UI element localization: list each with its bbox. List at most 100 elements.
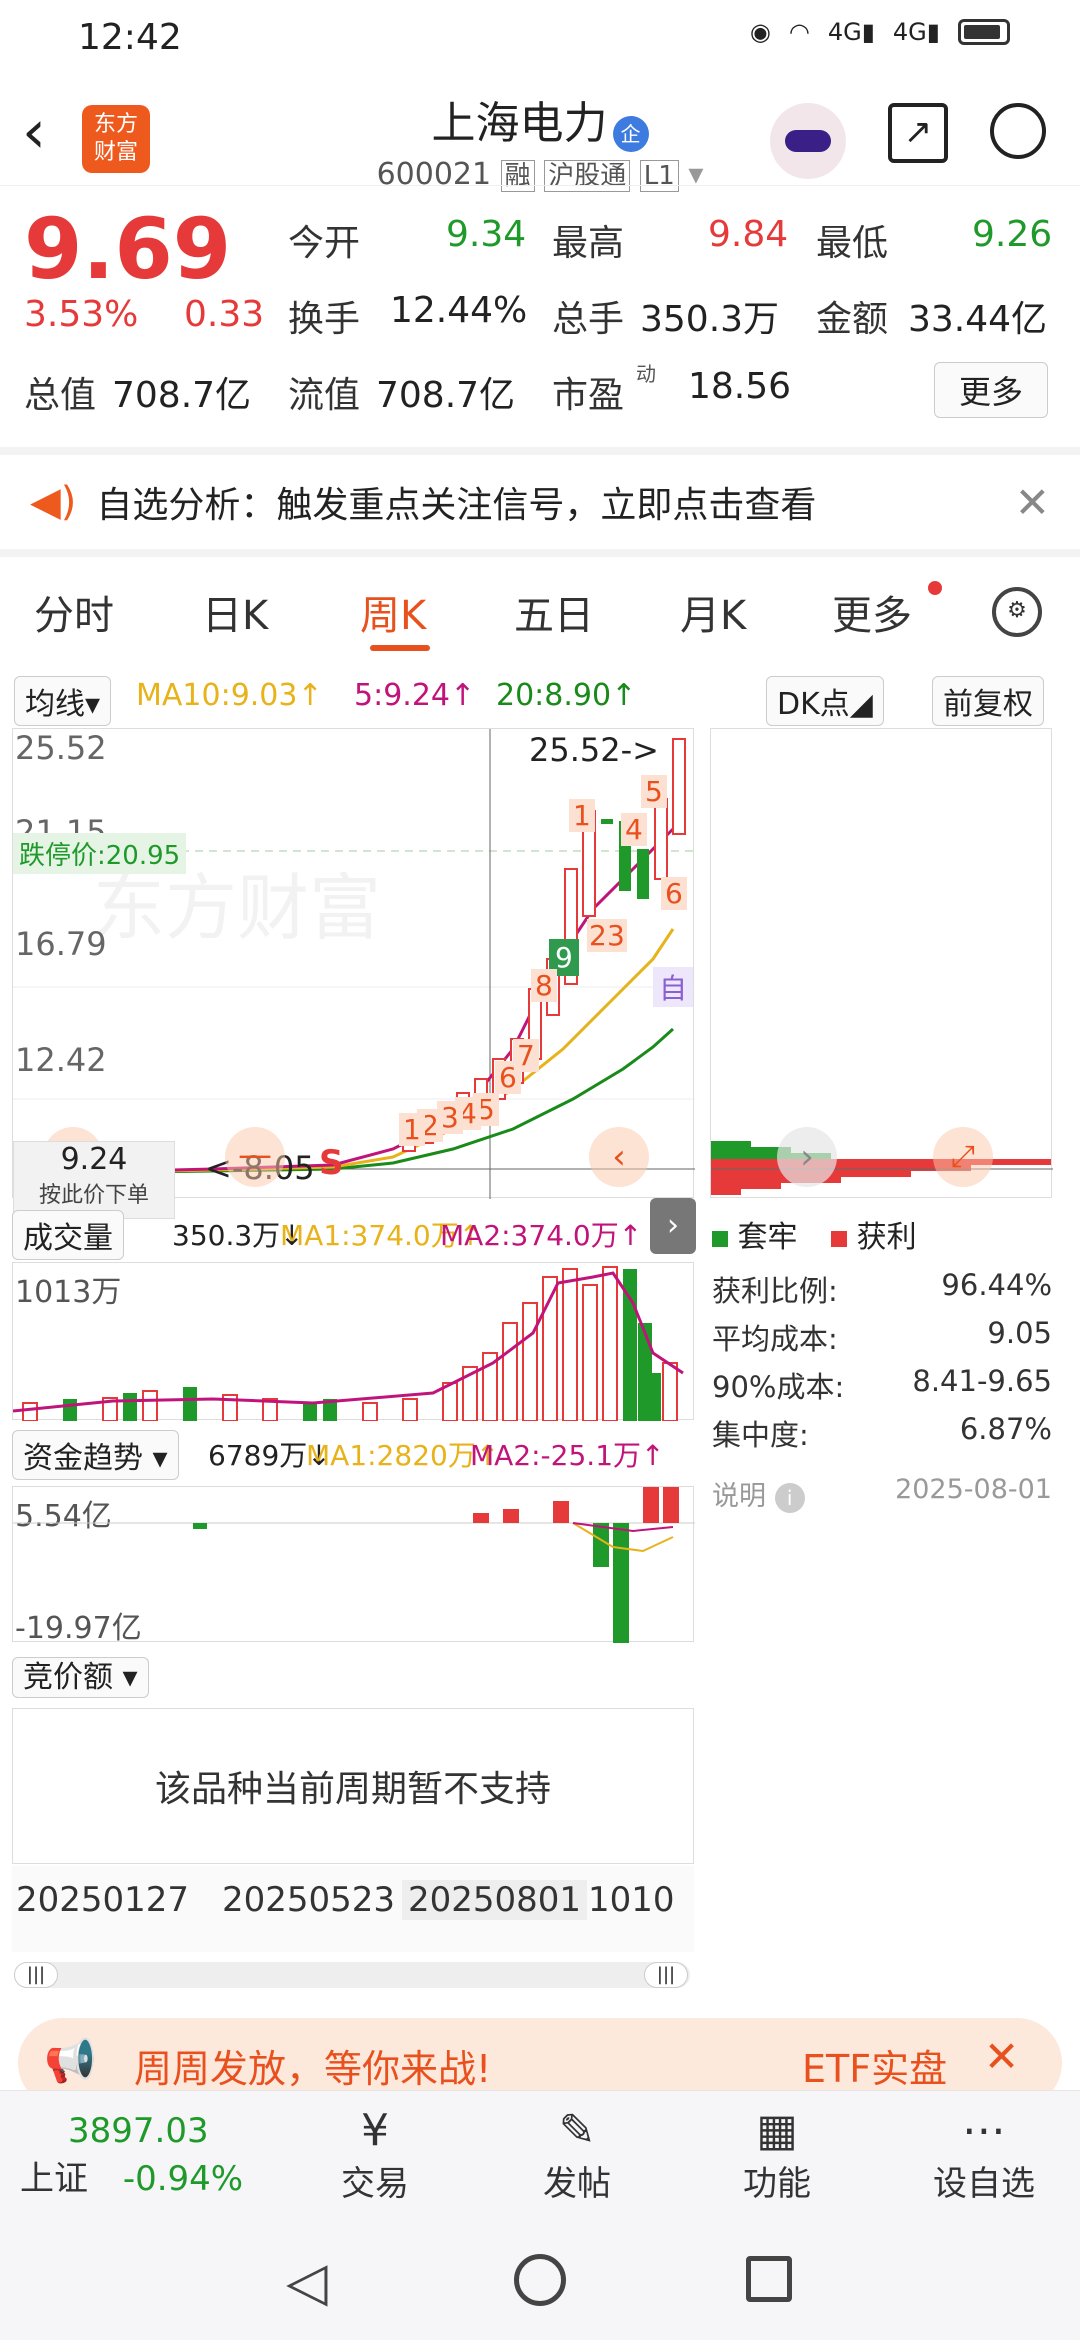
tab-weekly-k[interactable]: 周K [360, 583, 426, 641]
analysis-banner[interactable]: ◀) 自选分析：触发重点关注信号，立即点击查看 ✕ [0, 455, 1080, 557]
gear-icon[interactable]: ⚙ [992, 587, 1042, 637]
index-value: 3897.03 [68, 2111, 209, 2151]
legend-trapped-icon [712, 1231, 728, 1247]
prev-icon[interactable]: ‹ [589, 1127, 649, 1187]
volume-ma2: MA2:374.0万↑ [440, 1219, 643, 1252]
kline-chart[interactable]: 东方财富 25.52 21.15 跌停价:20.95 16.79 12.42 2… [12, 728, 695, 1219]
change-pct: 3.53% [24, 294, 139, 335]
speaker-icon: ◀) [30, 479, 77, 525]
share-icon[interactable]: ↗ [888, 103, 948, 163]
nav-trade[interactable]: ¥ 交易 [320, 2105, 430, 2205]
seq-mark-b5: 5 [641, 775, 667, 808]
edit-icon: ✎ [558, 2105, 596, 2156]
crosshair-price-tag[interactable]: 9.24 按此价下单 [13, 1141, 175, 1219]
chip-distribution-chart[interactable]: › ⤢ [710, 728, 1053, 1198]
legend-profit: 获利 [856, 1220, 917, 1255]
megaphone-icon: 📢 [44, 2036, 97, 2085]
tab-fenshi[interactable]: 分时 [34, 583, 114, 641]
volume-svg [13, 1266, 684, 1421]
volume-select[interactable]: 成交量 [12, 1210, 124, 1260]
slider-handle-right[interactable]: ||| [644, 1962, 688, 1988]
stat-value: 8.41-9.65 [912, 1364, 1052, 1398]
change-value: 0.33 [184, 294, 265, 335]
low-value: 9.26 [972, 214, 1053, 255]
turnover-label: 换手 [288, 299, 361, 340]
x-label-1: 20250127 [16, 1880, 190, 1920]
signal-icon: 4G▮ [827, 18, 875, 46]
order-hint: 按此价下单 [38, 1183, 149, 1208]
promo-text: 周周发放，等你来战! [134, 2047, 492, 2091]
expand-icon[interactable]: ⤢ [933, 1127, 993, 1187]
range-slider[interactable]: ||| ||| [14, 1962, 690, 1988]
robot-avatar[interactable] [770, 103, 846, 179]
promo-close-icon[interactable]: ✕ [984, 2032, 1019, 2081]
index-name: 上证 [20, 2159, 88, 2199]
more-button[interactable]: 更多 [934, 362, 1049, 418]
last-price: 9.69 [24, 200, 232, 298]
stat-value: 6.87% [959, 1412, 1052, 1446]
close-icon[interactable]: ✕ [1015, 478, 1050, 527]
seq-mark-b6: 6 [661, 877, 687, 910]
high-value: 9.84 [708, 214, 789, 255]
enterprise-badge: 企 [612, 115, 649, 152]
fund-chart: 5.54亿 -19.97亿 [12, 1486, 695, 1646]
y-label-4: 12.42 [15, 1041, 107, 1079]
home-nav-icon[interactable] [514, 2254, 566, 2306]
y-label-3: 16.79 [15, 925, 107, 963]
active-tab-indicator [370, 645, 430, 651]
promo-right-text: ETF实盘 [802, 2047, 948, 2091]
nav-functions[interactable]: ▦ 功能 [722, 2105, 832, 2205]
zoom-out-icon[interactable]: — [225, 1127, 285, 1187]
slider-handle-left[interactable]: ||| [14, 1962, 58, 1988]
nav-post[interactable]: ✎ 发帖 [522, 2105, 632, 2205]
seq-mark-b3: 3 [605, 919, 627, 952]
tab-monthly-k[interactable]: 月K [680, 583, 746, 641]
chip-svg [711, 1141, 1053, 1195]
seq-mark-8: 8 [531, 969, 557, 1002]
open-label: 今开 [288, 223, 361, 264]
search-icon[interactable] [990, 103, 1046, 159]
chip-next-icon[interactable]: › [777, 1127, 837, 1187]
nav-add-watchlist[interactable]: ⋯ 设自选 [914, 2105, 1054, 2205]
grid-icon: ▦ [756, 2105, 798, 2156]
dk-point-select[interactable]: DK点◢ [766, 676, 884, 726]
ma-select[interactable]: 均线▾ [14, 676, 112, 726]
ma20-value: 20:8.90↑ [496, 678, 637, 713]
auction-header: 竞价额 ▾ [12, 1652, 149, 1702]
notification-dot [928, 581, 942, 595]
volume-value: 350.3万 [640, 299, 780, 340]
ma5-value: 5:9.24↑ [354, 678, 476, 713]
amount-label: 金额 [816, 299, 889, 340]
fund-select[interactable]: 资金趋势 ▾ [12, 1430, 179, 1480]
chip-note[interactable]: 说明 i [712, 1474, 805, 1522]
legend-profit-icon [831, 1231, 848, 1247]
mcap-value: 708.7亿 [112, 375, 252, 416]
back-nav-icon[interactable]: ◁ [286, 2250, 328, 2313]
eye-icon: ◉ [749, 18, 771, 46]
signal-icon-2: 4G▮ [892, 18, 940, 46]
tab-five-day[interactable]: 五日 [514, 583, 594, 641]
stat-label: 平均成本: [712, 1322, 838, 1356]
info-icon[interactable]: i [774, 1483, 805, 1513]
system-nav: ◁ [0, 2220, 1080, 2340]
index-change: -0.94% [122, 2159, 244, 2199]
auction-select[interactable]: 竞价额 ▾ [12, 1657, 149, 1698]
index-ticker[interactable]: 3897.03 上证 -0.94% [20, 2111, 280, 2200]
volume-header: 成交量 350.3万↓ MA1:374.0万↑ MA2:374.0万↑ › [12, 1198, 696, 1260]
auction-panel: 该品种当前周期暂不支持 [12, 1708, 694, 1864]
x-axis: 20250127 20250523 20250801 1010 [12, 1866, 694, 1952]
pe-superscript: 动 [636, 362, 656, 386]
amount-value: 33.44亿 [908, 299, 1048, 340]
more-circle-icon: ⋯ [962, 2105, 1006, 2156]
expand-panel-button[interactable]: › [650, 1198, 696, 1254]
seq-mark-1: 1 [399, 1113, 425, 1146]
battery-icon [958, 19, 1010, 45]
float-value: 708.7亿 [376, 375, 516, 416]
tab-more[interactable]: 更多 [832, 583, 912, 641]
tab-daily-k[interactable]: 日K [202, 583, 268, 641]
mcap-label: 总值 [24, 375, 97, 416]
fund-header: 资金趋势 ▾ 6789万↓ MA1:2820万↑ MA2:-25.1万↑ [12, 1430, 694, 1480]
adjust-select[interactable]: 前复权 [932, 676, 1044, 726]
recents-nav-icon[interactable] [746, 2256, 792, 2302]
float-label: 流值 [288, 375, 361, 416]
